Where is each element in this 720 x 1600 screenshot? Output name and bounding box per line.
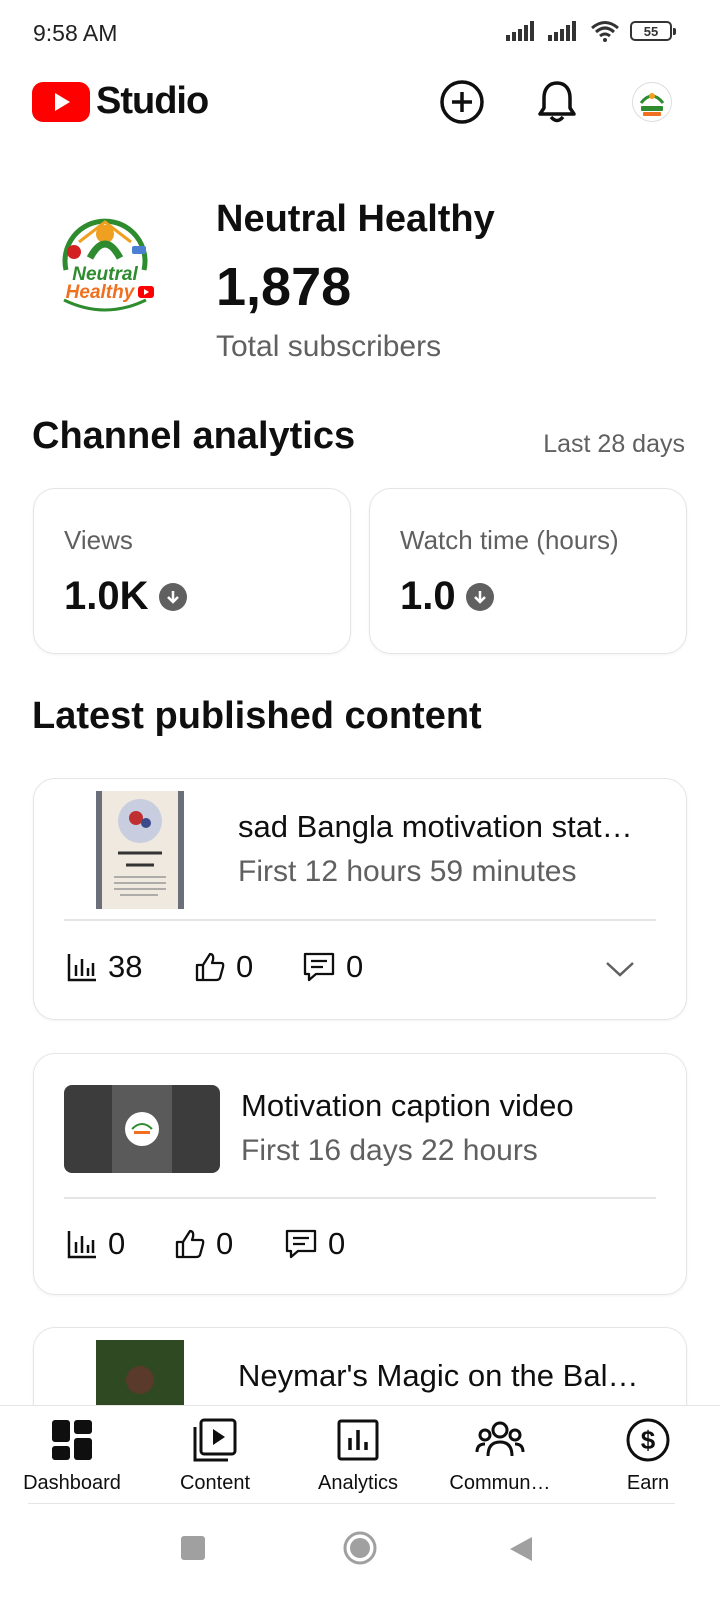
square-icon (181, 1536, 205, 1560)
video-subtitle: First 16 days 22 hours (241, 1134, 538, 1167)
app-header: Studio (0, 70, 720, 140)
video-title: sad Bangla motivation stat… (238, 809, 633, 844)
channel-name: Neutral Healthy (216, 198, 495, 240)
wifi-icon (591, 21, 619, 42)
nav-analytics[interactable]: Analytics (288, 1416, 428, 1495)
views-stat: 0 (66, 1226, 125, 1262)
channel-logo-icon (639, 93, 665, 116)
bar-chart-icon (67, 1231, 96, 1259)
back-triangle-icon (510, 1537, 532, 1561)
nav-label: Dashboard (23, 1472, 121, 1494)
status-icons: 55 (506, 20, 676, 42)
thumbs-up-icon (175, 1229, 205, 1259)
arrow-down-icon (158, 582, 187, 611)
svg-text:$: $ (641, 1425, 656, 1455)
channel-summary: Neutral Healthy Neutral Healthy 1,878 To… (0, 190, 720, 370)
divider (64, 919, 656, 921)
channel-logo-icon: Neutral Healthy (62, 218, 154, 312)
account-avatar[interactable] (632, 82, 672, 122)
nav-content[interactable]: Content (145, 1416, 285, 1495)
bar-chart-icon (67, 954, 96, 982)
metric-label: Watch time (hours) (400, 525, 619, 555)
nav-community[interactable]: Commun… (430, 1416, 570, 1495)
content-card[interactable]: sad Bangla motivation stat… First 12 hou… (33, 778, 687, 1020)
content-card[interactable]: Motivation caption video First 16 days 2… (33, 1053, 687, 1295)
video-title: Neymar's Magic on the Bal… (238, 1358, 639, 1393)
channel-avatar[interactable]: Neutral Healthy (34, 190, 176, 332)
battery-icon: 55 (630, 21, 676, 41)
analytics-range: Last 28 days (543, 430, 685, 458)
youtube-studio-logo[interactable]: Studio (32, 80, 209, 123)
subscriber-label: Total subscribers (216, 330, 442, 363)
likes-count: 0 (236, 949, 254, 984)
notifications-button[interactable] (533, 78, 581, 126)
divider (64, 1197, 656, 1199)
divider (28, 1503, 675, 1504)
nav-label: Earn (626, 1472, 670, 1494)
comment-icon (285, 1229, 317, 1259)
views-stat: 38 (66, 949, 142, 985)
signal-icon (506, 21, 534, 41)
analytics-title: Channel analytics (32, 415, 356, 457)
status-time: 9:58 AM (33, 20, 118, 46)
latest-content-title: Latest published content (32, 695, 482, 737)
likes-stat: 0 (194, 949, 253, 985)
watch-time-card[interactable]: Watch time (hours) 1.0 (369, 488, 687, 654)
home-button[interactable] (342, 1530, 378, 1571)
add-circle-icon (440, 80, 484, 124)
logo-text-line2: Healthy (66, 282, 136, 303)
dollar-icon: $ (626, 1418, 670, 1462)
expand-button[interactable] (602, 951, 638, 987)
bell-icon (538, 81, 576, 123)
likes-stat: 0 (174, 1226, 233, 1262)
nav-label: Analytics (317, 1472, 399, 1494)
recents-button[interactable] (180, 1535, 206, 1566)
nav-label: Commun… (449, 1472, 551, 1494)
community-icon (475, 1421, 525, 1457)
comments-stat: 0 (302, 949, 363, 985)
video-thumbnail[interactable] (64, 1085, 220, 1173)
app-name: Studio (96, 80, 209, 122)
views-count: 38 (108, 949, 143, 984)
views-value: 1.0K (64, 574, 149, 618)
views-card[interactable]: Views 1.0K (33, 488, 351, 654)
comments-stat: 0 (284, 1226, 345, 1262)
subscriber-count: 1,878 (216, 257, 352, 317)
watch-time-value: 1.0 (400, 574, 456, 618)
views-count: 0 (108, 1226, 126, 1261)
nav-dashboard[interactable]: Dashboard (2, 1416, 142, 1495)
battery-level: 55 (643, 23, 659, 39)
dashboard-icon (52, 1420, 92, 1460)
arrow-down-icon (465, 582, 494, 611)
video-title: Motivation caption video (241, 1088, 574, 1123)
bottom-navigation: Dashboard Content Analytics Commun… $ Ea… (0, 1405, 720, 1506)
content-library-icon (193, 1418, 237, 1462)
comments-count: 0 (328, 1226, 346, 1261)
metric-value: 1.0K (64, 574, 187, 619)
create-button[interactable] (438, 78, 486, 126)
signal-icon-2 (548, 21, 576, 41)
thumbs-up-icon (195, 952, 225, 982)
nav-label: Content (179, 1472, 251, 1494)
back-button[interactable] (508, 1535, 534, 1568)
chevron-down-icon (606, 962, 634, 977)
likes-count: 0 (216, 1226, 234, 1261)
video-subtitle: First 12 hours 59 minutes (238, 855, 577, 888)
comments-count: 0 (346, 949, 364, 984)
analytics-icon (337, 1419, 379, 1461)
nav-earn[interactable]: $ Earn (578, 1416, 718, 1495)
system-navigation (0, 1505, 720, 1600)
youtube-logo-icon (32, 81, 90, 122)
circle-icon (343, 1531, 377, 1565)
comment-icon (303, 952, 335, 982)
metric-value: 1.0 (400, 574, 494, 619)
metric-label: Views (64, 525, 133, 555)
status-bar: 9:58 AM 55 (0, 0, 720, 70)
video-thumbnail[interactable] (96, 791, 184, 909)
